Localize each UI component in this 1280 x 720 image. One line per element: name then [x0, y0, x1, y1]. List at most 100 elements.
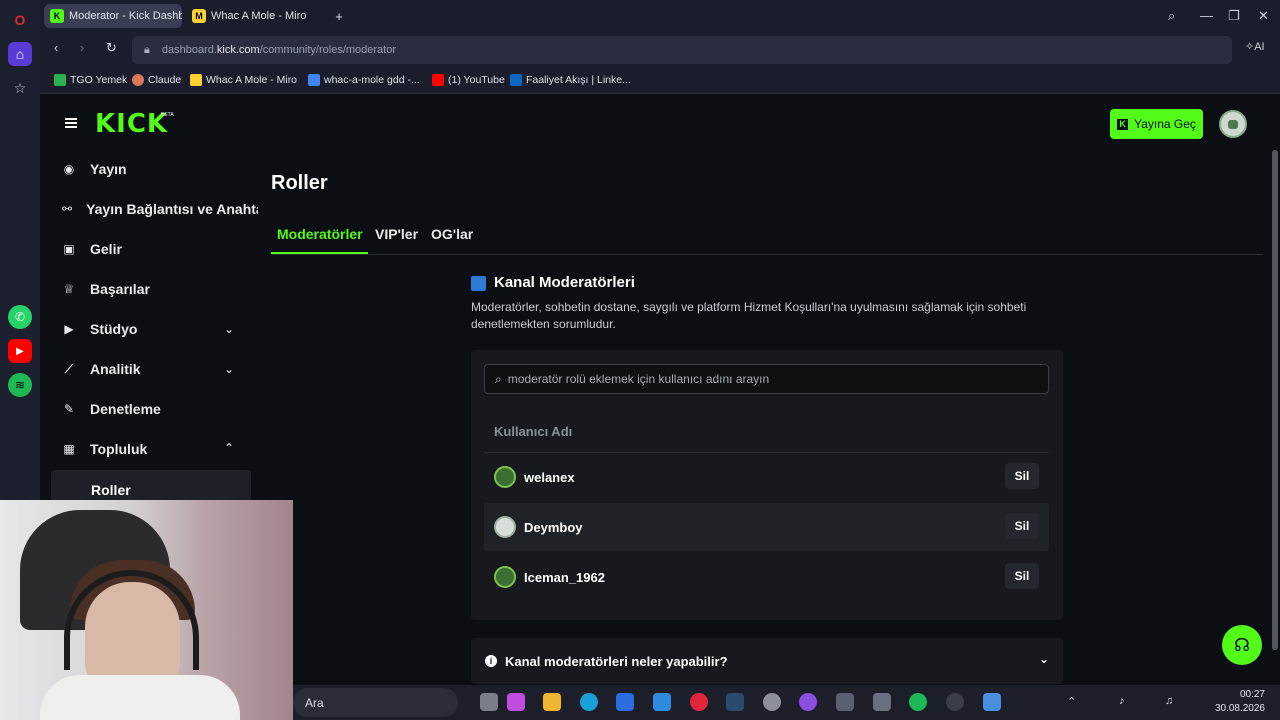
analytics-icon: ⟋ — [64, 361, 74, 376]
column-header-username: Kullanıcı Adı — [494, 424, 573, 439]
sidebar-item-yayin[interactable]: ◉ Yayın — [62, 161, 127, 177]
community-icon: ▦ — [63, 442, 75, 456]
back-icon[interactable]: ‹ — [54, 40, 58, 55]
miro-favicon-icon: M — [192, 9, 206, 23]
taskbar-search-label: Ara — [305, 695, 324, 710]
file-explorer-icon[interactable] — [543, 693, 561, 711]
url-field[interactable]: 🔒︎ dashboard. kick.com/community/roles/mo… — [132, 36, 1232, 64]
task-view-icon[interactable] — [480, 693, 498, 711]
avatar — [494, 566, 516, 588]
youtube-favicon-icon — [432, 74, 444, 86]
opera-logo-icon[interactable]: O — [8, 8, 32, 32]
go-live-label: Yayına Geç — [1134, 117, 1196, 131]
reload-icon[interactable]: ↻ — [106, 40, 117, 56]
search-tabs-icon[interactable]: ⌕ — [1168, 8, 1175, 24]
url-domain: kick.com — [216, 44, 260, 56]
remove-moderator-button[interactable]: Sil — [1005, 563, 1039, 589]
bookmark-gdd[interactable]: whac-a-mole gdd -... — [308, 74, 420, 86]
url-prefix: dashboard. — [161, 44, 217, 56]
store-icon[interactable] — [616, 693, 634, 711]
broadcast-icon: ◉ — [63, 162, 75, 176]
chevron-down-icon[interactable]: ⌄ — [224, 362, 234, 376]
bookmark-claude[interactable]: Claude — [132, 74, 181, 86]
copilot-icon[interactable] — [507, 693, 525, 711]
notepad-icon[interactable] — [983, 693, 1001, 711]
sidebar-item-label: Denetleme — [90, 401, 161, 417]
chevron-up-icon[interactable]: ⌃ — [224, 441, 234, 455]
sidebar-item-analitik[interactable]: ⟋ Analitik — [62, 361, 141, 377]
tab-vipler[interactable]: VIP'ler — [375, 226, 418, 242]
sidebar-item-denetleme[interactable]: ✎ Denetleme — [62, 401, 161, 417]
bookmark-youtube[interactable]: (1) YouTube — [432, 74, 505, 86]
remove-moderator-button[interactable]: Sil — [1005, 513, 1039, 539]
kick-k-icon: K — [1117, 118, 1129, 130]
sidebar-item-roller[interactable]: Roller — [91, 482, 131, 498]
avatar[interactable] — [1219, 110, 1247, 138]
mail-icon[interactable] — [653, 693, 671, 711]
home-icon[interactable]: ⌂ — [8, 42, 32, 66]
whatsapp-icon[interactable]: ✆ — [8, 305, 32, 329]
ai-button[interactable]: ✧AI — [1245, 40, 1265, 53]
help-chat-button[interactable]: ☊ — [1222, 625, 1262, 665]
edge-icon[interactable] — [580, 693, 598, 711]
chevron-down-icon[interactable]: ⌄ — [224, 322, 234, 336]
microphone-icon[interactable]: ♪ — [1119, 695, 1125, 707]
sidebar-item-gelir[interactable]: ▣ Gelir — [62, 241, 122, 257]
obs-icon[interactable] — [946, 693, 964, 711]
sidebar-item-label: Başarılar — [90, 281, 150, 297]
restore-icon[interactable]: ❐ — [1228, 8, 1240, 24]
table-row: Deymboy Sil — [484, 503, 1049, 551]
volume-icon[interactable]: ♫ — [1165, 695, 1173, 707]
forward-icon[interactable]: › — [80, 40, 84, 55]
bookmark-miro[interactable]: Whac A Mole - Miro — [190, 74, 297, 86]
tab-miro[interactable]: M Whac A Mole - Miro — [186, 4, 326, 28]
revenue-icon: ▣ — [63, 242, 75, 256]
remove-moderator-button[interactable]: Sil — [1005, 463, 1039, 489]
steam-icon[interactable] — [726, 693, 744, 711]
sidebar-item-label: Yayın — [90, 161, 127, 177]
kick-logo[interactable]: KICK — [95, 109, 168, 139]
pin-icon[interactable]: ☆ — [8, 76, 32, 100]
new-tab-button[interactable]: + — [330, 4, 348, 28]
unity-icon[interactable] — [836, 693, 854, 711]
scrollbar[interactable] — [1272, 150, 1278, 650]
moderator-username[interactable]: welanex — [524, 470, 575, 485]
tray-overflow-icon[interactable]: ⌃ — [1067, 695, 1076, 708]
sidebar-item-label: Analitik — [90, 361, 141, 377]
tab-oglar[interactable]: OG'lar — [431, 226, 473, 242]
spotify-icon[interactable]: ≋ — [8, 373, 32, 397]
page-title: Roller — [271, 172, 328, 194]
studio-icon: ▶ — [64, 322, 74, 336]
github-desktop-icon[interactable] — [799, 693, 817, 711]
moderator-username[interactable]: Iceman_1962 — [524, 570, 605, 585]
bookmark-label: (1) YouTube — [448, 74, 505, 86]
menu-icon[interactable] — [65, 118, 77, 128]
headset-icon: ☊ — [1234, 634, 1250, 655]
opera-icon[interactable] — [690, 693, 708, 711]
sidebar-item-basarilar[interactable]: ♕ Başarılar — [62, 281, 150, 297]
sidebar-item-stream-key[interactable]: ⚯ Yayın Bağlantısı ve Anahtar — [62, 201, 258, 217]
chevron-down-icon: ⌄ — [1038, 652, 1049, 666]
search-field[interactable]: ⌕ — [484, 364, 1049, 394]
wrench-icon: ✎ — [63, 402, 75, 416]
close-window-icon[interactable]: ✕ — [1258, 8, 1269, 24]
sidebar-item-topluluk[interactable]: ▦ Topluluk — [62, 441, 147, 457]
youtube-icon[interactable]: ▶ — [8, 339, 32, 363]
system-clock[interactable]: 00:27 30.08.2026 — [1213, 688, 1265, 716]
section-title: Kanal Moderatörleri — [494, 274, 635, 291]
settings-icon[interactable] — [763, 693, 781, 711]
spotify-icon[interactable] — [909, 693, 927, 711]
search-input[interactable] — [507, 372, 1028, 386]
sidebar-item-studyo[interactable]: ▶ Stüdyo — [62, 321, 137, 337]
unity-hub-icon[interactable] — [873, 693, 891, 711]
tab-kick-moderator[interactable]: K Moderator - Kick Dashboa — [44, 4, 182, 28]
go-live-button[interactable]: K Yayına Geç — [1110, 109, 1203, 139]
bookmark-linkedin[interactable]: Faaliyet Akışı | Linke... — [510, 74, 631, 86]
faq-accordion[interactable]: i Kanal moderatörleri neler yapabilir? ⌄ — [471, 638, 1063, 684]
taskbar-search[interactable]: Ara — [293, 688, 458, 717]
moderator-username[interactable]: Deymboy — [524, 520, 583, 535]
tgo-favicon-icon — [54, 74, 66, 86]
minimize-icon[interactable]: — — [1200, 8, 1213, 23]
bookmark-tgo-yemek[interactable]: TGO Yemek — [54, 74, 127, 86]
tab-moderatorler[interactable]: Moderatörler — [277, 226, 363, 242]
